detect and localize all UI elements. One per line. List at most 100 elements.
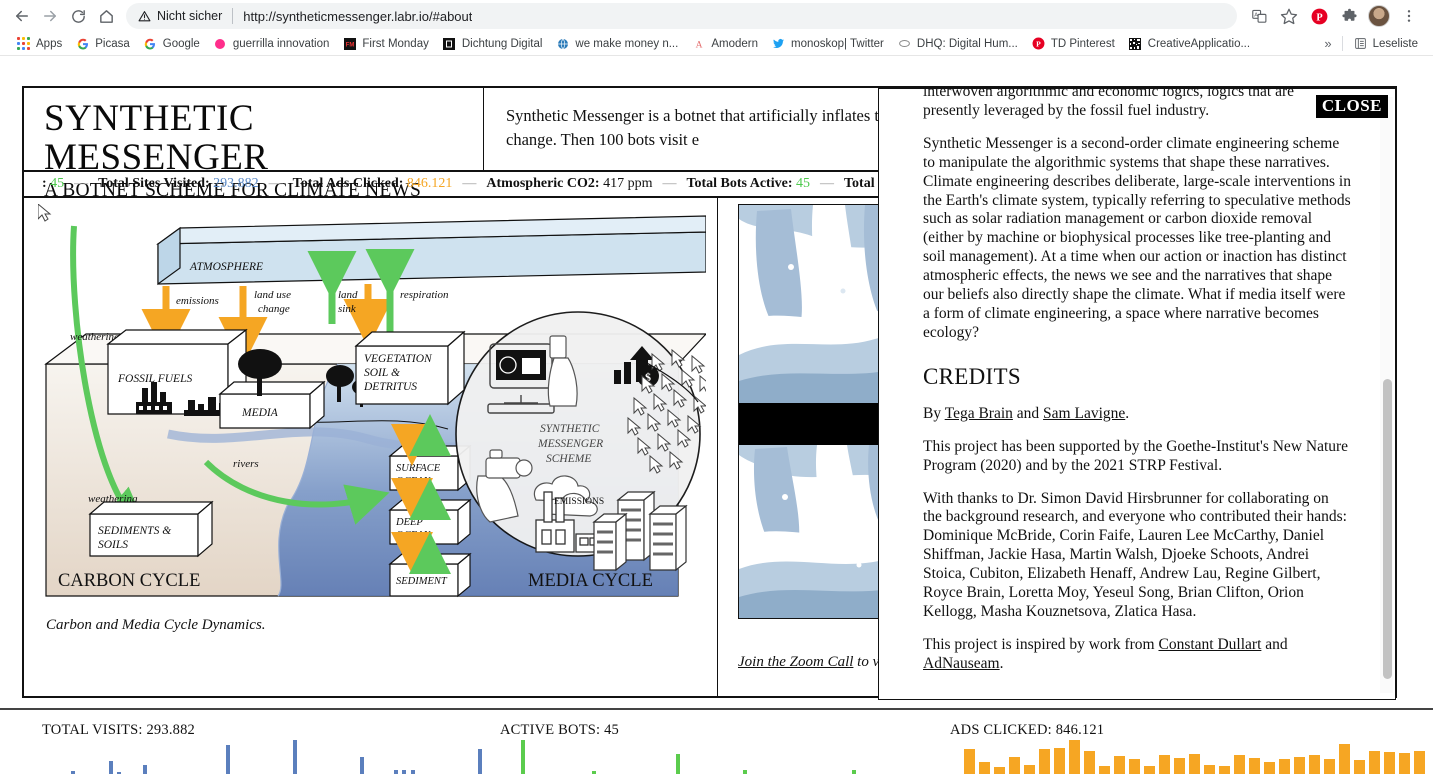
bookmark-guerrilla-innovation[interactable]: guerrilla innovation xyxy=(207,35,337,52)
bar xyxy=(1264,761,1275,774)
bookmarks-overflow-button[interactable]: » xyxy=(1318,36,1337,51)
star-icon[interactable] xyxy=(1275,2,1303,30)
bookmark-label: TD Pinterest xyxy=(1050,37,1115,50)
bookmark-we-make-money[interactable]: we make money n... xyxy=(549,35,685,52)
close-button[interactable]: CLOSE xyxy=(1315,95,1388,118)
globe-icon xyxy=(556,37,569,50)
bar xyxy=(1384,752,1395,774)
bookmark-label: Picasa xyxy=(95,37,130,50)
bookmark-label: monoskop| Twitter xyxy=(790,37,884,50)
bar xyxy=(1114,755,1125,774)
bar xyxy=(1354,759,1365,774)
svg-text:land: land xyxy=(338,289,358,301)
modal-paragraph: interwoven algorithmic and economic logi… xyxy=(923,89,1295,119)
ticker-value: 293.882 xyxy=(213,176,259,191)
svg-text:SOILS: SOILS xyxy=(98,539,128,551)
three-dot-menu-icon[interactable] xyxy=(1395,2,1423,30)
home-icon[interactable] xyxy=(92,2,120,30)
avatar[interactable] xyxy=(1365,2,1393,30)
thanks-paragraph: With thanks to Dr. Simon David Hirsbrunn… xyxy=(923,489,1347,620)
modal-scroll-area[interactable]: interwoven algorithmic and economic logi… xyxy=(879,89,1395,699)
bookmarks-divider xyxy=(1341,36,1343,51)
svg-text:sink: sink xyxy=(338,303,357,315)
bookmarks-bar-right: » Leseliste xyxy=(1318,35,1425,52)
bar xyxy=(1324,758,1335,774)
svg-text:SEDIMENTS &: SEDIMENTS & xyxy=(98,525,171,537)
bookmark-first-monday[interactable]: FM First Monday xyxy=(336,35,435,52)
bookmark-label: First Monday xyxy=(362,37,429,50)
bookmark-amodern[interactable]: A Amodern xyxy=(685,35,765,52)
stat-active-bots: ACTIVE BOTS: 45 xyxy=(500,710,930,774)
bar xyxy=(226,744,231,774)
inspired-link-constant-dullart[interactable]: Constant Dullart xyxy=(1158,636,1261,653)
total-visits-bar-chart xyxy=(42,736,494,774)
bookmark-dichtung-digital[interactable]: Dichtung Digital xyxy=(436,35,550,52)
svg-text:P: P xyxy=(1036,39,1041,48)
bookmark-apps[interactable]: Apps xyxy=(10,35,69,52)
black-square-icon xyxy=(443,37,456,50)
inspired-paragraph: This project is inspired by work from Co… xyxy=(923,636,1351,674)
forward-arrow-icon[interactable] xyxy=(36,2,64,30)
modal-content: interwoven algorithmic and economic logi… xyxy=(923,89,1351,674)
bar xyxy=(71,770,76,774)
svg-text:OCEAN: OCEAN xyxy=(396,476,431,487)
bar xyxy=(1129,758,1140,774)
bookmark-picasa[interactable]: Picasa xyxy=(69,35,137,52)
modal-scrollbar-thumb[interactable] xyxy=(1383,379,1392,679)
zoom-call-suffix: to v xyxy=(853,654,880,670)
bar xyxy=(402,769,407,774)
twitter-bird-icon xyxy=(772,37,785,50)
reading-list-button[interactable]: Leseliste xyxy=(1347,35,1425,52)
byline-middle: and xyxy=(1012,404,1044,422)
modal-paragraph: Synthetic Messenger is a second-order cl… xyxy=(923,134,1351,341)
bar xyxy=(994,767,1005,774)
back-arrow-icon[interactable] xyxy=(8,2,36,30)
bar xyxy=(477,749,482,774)
stat-ads-clicked: ADS CLICKED: 846.121 xyxy=(950,710,1425,774)
ticker-label: Total Ads Clicked: xyxy=(292,176,404,191)
url-text: http://syntheticmessenger.labr.io/#about xyxy=(243,8,473,24)
bookmark-creative-applications[interactable]: CreativeApplicatio... xyxy=(1122,35,1257,52)
reading-list-label: Leseliste xyxy=(1372,37,1418,50)
bar xyxy=(1369,751,1380,774)
avatar-image xyxy=(1368,5,1390,27)
bar xyxy=(1189,753,1200,774)
bookmark-td-pinterest[interactable]: P TD Pinterest xyxy=(1025,35,1122,52)
author-link-sam-lavigne[interactable]: Sam Lavigne xyxy=(1043,405,1125,422)
puzzle-piece-icon[interactable] xyxy=(1335,2,1363,30)
byline-suffix: . xyxy=(1125,404,1130,422)
bookmark-monoskop-twitter[interactable]: monoskop| Twitter xyxy=(765,35,891,52)
inspired-link-adnauseam[interactable]: AdNauseam xyxy=(923,655,1000,672)
reload-icon[interactable] xyxy=(64,2,92,30)
byline-prefix: By xyxy=(923,404,945,422)
bookmarks-bar: Apps Picasa Google guerrilla innovation … xyxy=(0,32,1433,56)
masthead-title-block: SYNTHETIC MESSENGER A BOTNET SCHEME FOR … xyxy=(24,88,484,201)
security-indicator[interactable]: Nicht sicher xyxy=(138,9,222,23)
main-column: ATMOSPHERE weathering weathering emissio… xyxy=(24,198,718,696)
bar xyxy=(520,740,525,774)
ticker-separator: — xyxy=(462,176,477,191)
bar xyxy=(1249,757,1260,774)
web-page: SYNTHETIC MESSENGER A BOTNET SCHEME FOR … xyxy=(0,56,1433,774)
fm-square-icon: FM xyxy=(343,37,356,50)
svg-text:A: A xyxy=(1254,12,1258,18)
scheme-label: SYNTHETIC xyxy=(540,423,600,435)
svg-text:MEDIA: MEDIA xyxy=(241,407,279,419)
svg-text:SURFACE: SURFACE xyxy=(396,463,441,474)
bar xyxy=(1009,756,1020,774)
svg-text:DETRITUS: DETRITUS xyxy=(363,381,417,393)
bookmark-google[interactable]: Google xyxy=(137,35,207,52)
pinterest-icon[interactable]: P xyxy=(1305,2,1333,30)
zoom-call-link[interactable]: Join the Zoom Call xyxy=(738,654,853,670)
bookmark-dhq[interactable]: DHQ: Digital Hum... xyxy=(891,35,1025,52)
svg-text:land use: land use xyxy=(254,289,291,301)
media-cycle-label: MEDIA CYCLE xyxy=(528,571,653,591)
address-bar[interactable]: Nicht sicher http://syntheticmessenger.l… xyxy=(126,3,1237,29)
bar xyxy=(1174,757,1185,774)
author-link-tega-brain[interactable]: Tega Brain xyxy=(945,405,1013,422)
bar xyxy=(1159,754,1170,774)
active-bots-bar-chart xyxy=(500,736,935,774)
bookmark-label: Apps xyxy=(36,37,63,50)
carbon-cycle-label: CARBON CYCLE xyxy=(58,571,200,591)
translate-icon[interactable]: A xyxy=(1245,2,1273,30)
